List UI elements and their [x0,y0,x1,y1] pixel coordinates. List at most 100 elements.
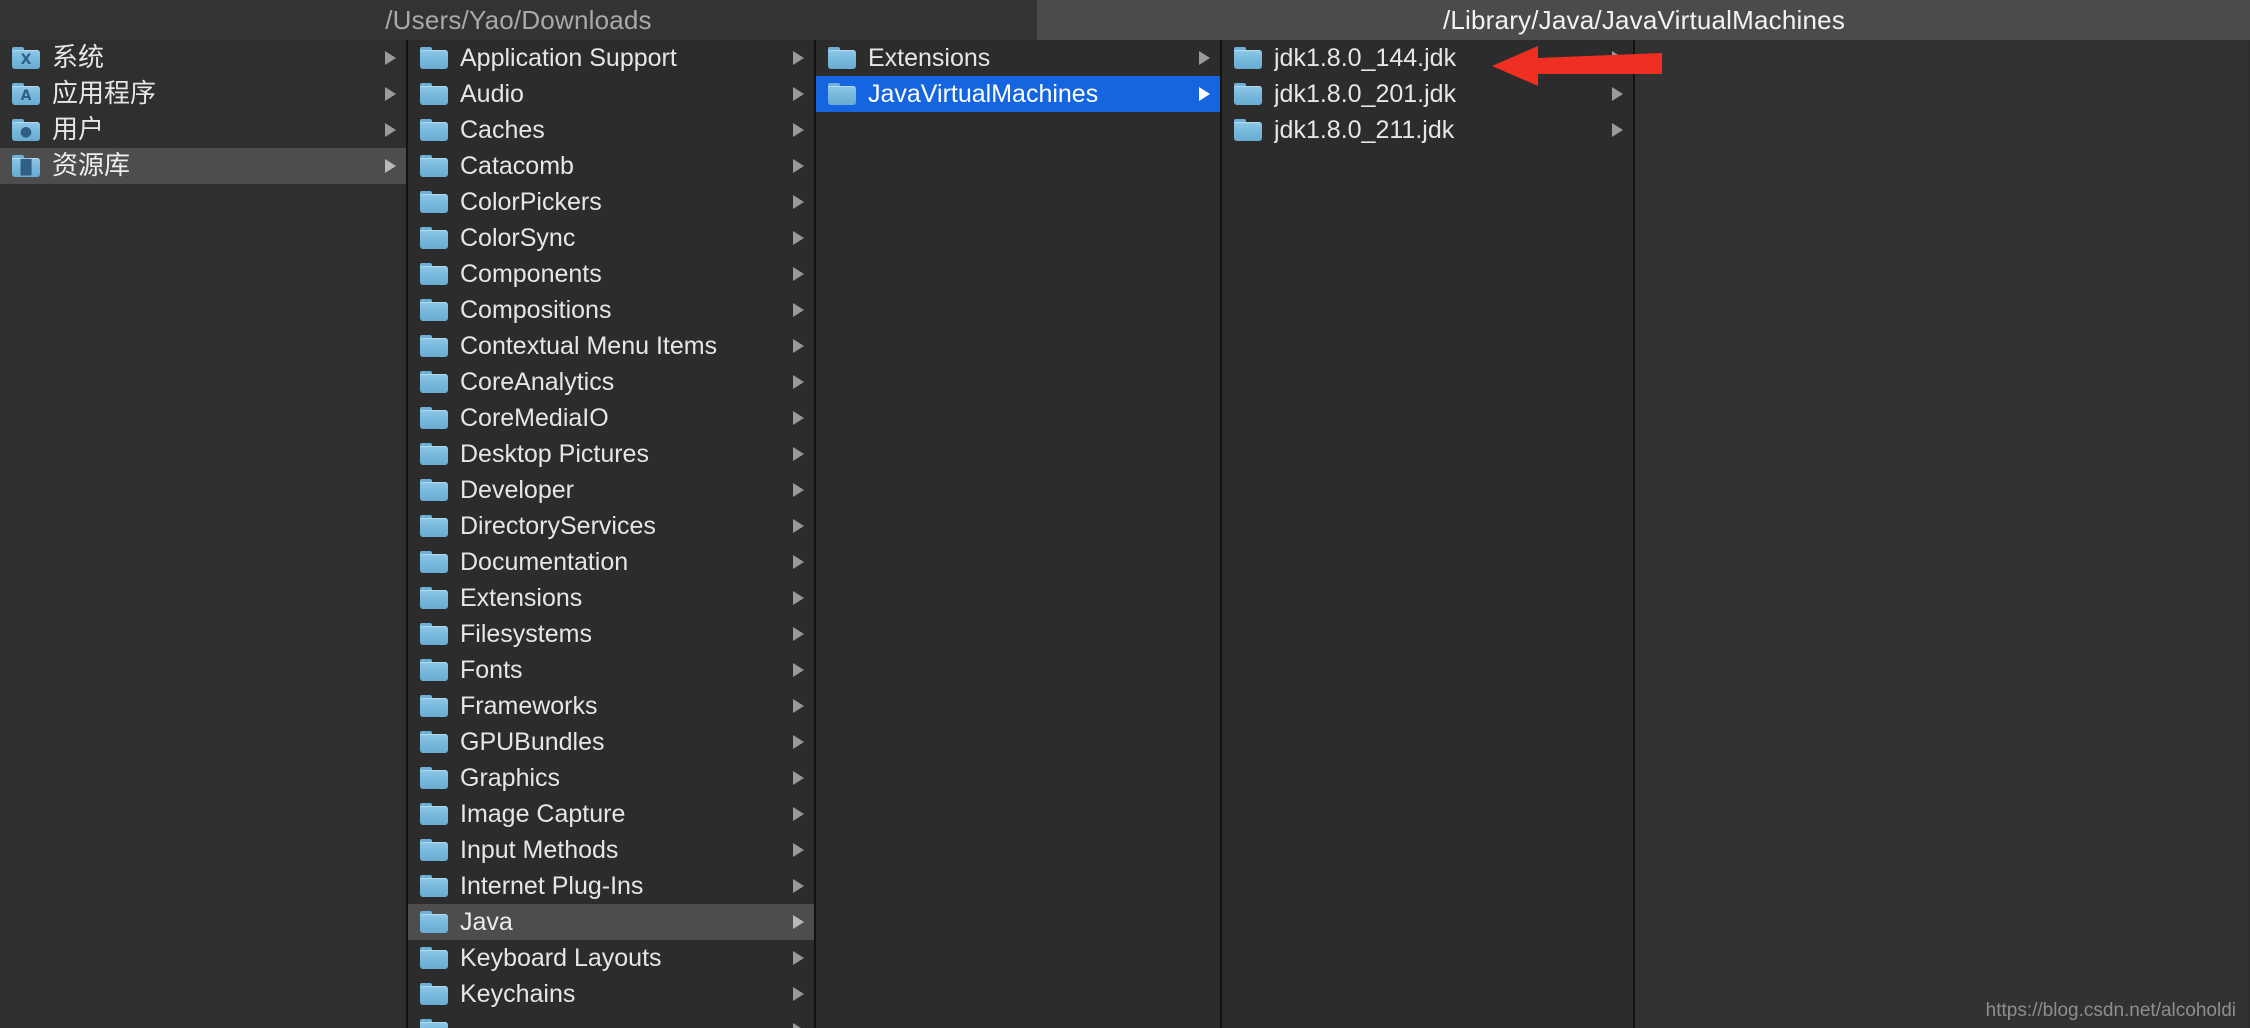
list-item[interactable]: Java [408,904,814,940]
list-item[interactable]: Keychains [408,976,814,1012]
list-item[interactable]: DirectoryServices [408,508,814,544]
list-item[interactable]: Input Methods [408,832,814,868]
folder-badge-glyph: ● [19,123,33,140]
list-item-label: CoreAnalytics [460,368,615,396]
list-item[interactable]: Compositions [408,292,814,328]
list-item[interactable]: ● 用户 [0,112,406,148]
chevron-right-icon [385,123,396,137]
folder-icon [420,515,448,537]
folder-icon [420,263,448,285]
folder-users-icon: ● [12,119,40,141]
folder-system-icon: X [12,47,40,69]
folder-icon [420,83,448,105]
list-item[interactable]: Internet Plug-Ins [408,868,814,904]
chevron-right-icon [793,303,804,317]
list-item[interactable]: Desktop Pictures [408,436,814,472]
folder-icon [420,371,448,393]
list-item[interactable]: Contextual Menu Items [408,328,814,364]
chevron-right-icon [793,51,804,65]
list-item[interactable]: Fonts [408,652,814,688]
folder-icon [420,47,448,69]
list-item[interactable]: Documentation [408,544,814,580]
column-2[interactable]: Application Support Audio Caches Catacomb Co… [408,40,816,1028]
finder-window: /Users/Yao/Downloads /Library/Java/JavaV… [0,0,2250,1028]
list-item[interactable]: Filesystems [408,616,814,652]
folder-icon [420,659,448,681]
list-item-label: Caches [460,116,545,144]
list-item-label: Internet Plug-Ins [460,872,644,900]
list-item-label: Components [460,260,602,288]
list-item[interactable]: Developer [408,472,814,508]
list-item-label: Filesystems [460,620,592,648]
chevron-right-icon [793,483,804,497]
chevron-right-icon [793,267,804,281]
list-item-label: DirectoryServices [460,512,656,540]
list-item-label: 应用程序 [52,79,157,109]
list-item[interactable]: Graphics [408,760,814,796]
chevron-right-icon [385,51,396,65]
list-item[interactable] [408,1012,814,1028]
folder-icon [828,83,856,105]
chevron-right-icon [385,87,396,101]
list-item-label: jdk1.8.0_211.jdk [1274,116,1455,144]
chevron-right-icon [793,411,804,425]
list-item[interactable]: Application Support [408,40,814,76]
folder-icon [420,911,448,933]
list-item[interactable]: jdk1.8.0_144.jdk [1222,40,1633,76]
list-item-label: Application Support [460,44,677,72]
list-item-label: Desktop Pictures [460,440,649,468]
list-item[interactable]: JavaVirtualMachines [816,76,1220,112]
chevron-right-icon [793,195,804,209]
chevron-right-icon [1612,87,1623,101]
list-item[interactable]: Audio [408,76,814,112]
list-item[interactable]: jdk1.8.0_201.jdk [1222,76,1633,112]
folder-icon [420,407,448,429]
list-item[interactable]: GPUBundles [408,724,814,760]
list-item-label: Input Methods [460,836,619,864]
list-item[interactable]: Frameworks [408,688,814,724]
chevron-right-icon [793,915,804,929]
chevron-right-icon [793,123,804,137]
folder-icon [1234,83,1262,105]
column-3[interactable]: Extensions JavaVirtualMachines [816,40,1222,1028]
column-4[interactable]: jdk1.8.0_144.jdk jdk1.8.0_201.jdk jdk1.8.0… [1222,40,1635,1028]
folder-library-icon: █ [12,155,40,177]
list-item-label: jdk1.8.0_144.jdk [1274,44,1457,72]
folder-icon [420,155,448,177]
column-1[interactable]: X 系统 A 应用程序 ● 用户 █ 资源库 [0,40,408,1028]
folder-icon [420,731,448,753]
list-item-label: Contextual Menu Items [460,332,718,360]
folder-applications-icon: A [12,83,40,105]
chevron-right-icon [793,591,804,605]
list-item[interactable]: Catacomb [408,148,814,184]
chevron-right-icon [1612,51,1623,65]
list-item-label: ColorSync [460,224,576,252]
list-item[interactable]: Caches [408,112,814,148]
list-item[interactable]: Extensions [408,580,814,616]
list-item[interactable]: Extensions [816,40,1220,76]
list-item-label: Frameworks [460,692,598,720]
list-item[interactable]: A 应用程序 [0,76,406,112]
chevron-right-icon [1199,87,1210,101]
folder-icon [420,947,448,969]
column-5-preview[interactable] [1635,40,2248,1028]
list-item[interactable]: CoreMediaIO [408,400,814,436]
list-item[interactable]: Image Capture [408,796,814,832]
list-item[interactable]: ColorSync [408,220,814,256]
folder-icon [420,875,448,897]
list-item[interactable]: jdk1.8.0_211.jdk [1222,112,1633,148]
list-item[interactable]: █ 资源库 [0,148,406,184]
list-item[interactable]: Components [408,256,814,292]
list-item[interactable]: X 系统 [0,40,406,76]
list-item[interactable]: CoreAnalytics [408,364,814,400]
list-item-label: 资源库 [52,151,131,181]
list-item[interactable]: Keyboard Layouts [408,940,814,976]
chevron-right-icon [793,375,804,389]
folder-icon [420,119,448,141]
folder-icon [420,299,448,321]
list-item[interactable]: ColorPickers [408,184,814,220]
list-item-label: CoreMediaIO [460,404,609,432]
folder-icon [420,983,448,1005]
folder-icon [420,623,448,645]
list-item-label: Extensions [460,584,583,612]
